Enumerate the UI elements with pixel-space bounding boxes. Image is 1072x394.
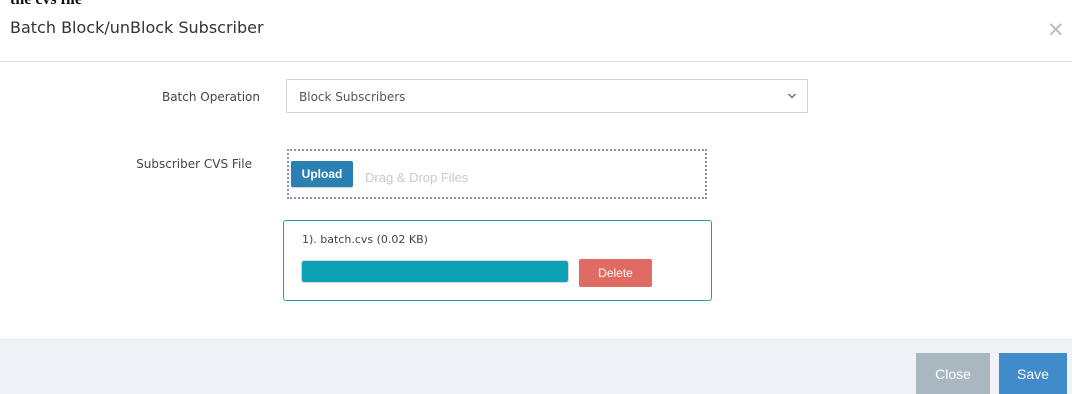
batch-block-dialog: the cvs file Batch Block/unBlock Subscri…	[0, 0, 1072, 394]
uploaded-file-name: 1). batch.cvs (0.02 KB)	[302, 233, 428, 246]
dialog-title: Batch Block/unBlock Subscriber	[10, 18, 264, 37]
file-dropzone[interactable]: Upload Drag & Drop Files	[287, 149, 707, 199]
batch-operation-selected-value: Block Subscribers	[299, 90, 406, 104]
subscriber-file-label: Subscriber CVS File	[136, 157, 252, 171]
save-button[interactable]: Save	[999, 353, 1067, 394]
close-icon[interactable]: ×	[1047, 18, 1065, 40]
dropzone-hint: Drag & Drop Files	[365, 170, 469, 185]
close-button[interactable]: Close	[916, 353, 990, 394]
upload-progress-fill	[302, 261, 568, 282]
chevron-down-icon	[788, 93, 796, 99]
dialog-footer: Close Save	[0, 339, 1072, 394]
batch-operation-select[interactable]: Block Subscribers	[286, 79, 808, 113]
uploaded-file-card: 1). batch.cvs (0.02 KB) Delete	[283, 220, 712, 301]
delete-file-button[interactable]: Delete	[579, 259, 652, 287]
upload-button[interactable]: Upload	[291, 161, 353, 187]
dialog-header: Batch Block/unBlock Subscriber ×	[0, 0, 1072, 62]
batch-operation-label: Batch Operation	[161, 90, 260, 104]
upload-progress-bar	[301, 260, 569, 283]
